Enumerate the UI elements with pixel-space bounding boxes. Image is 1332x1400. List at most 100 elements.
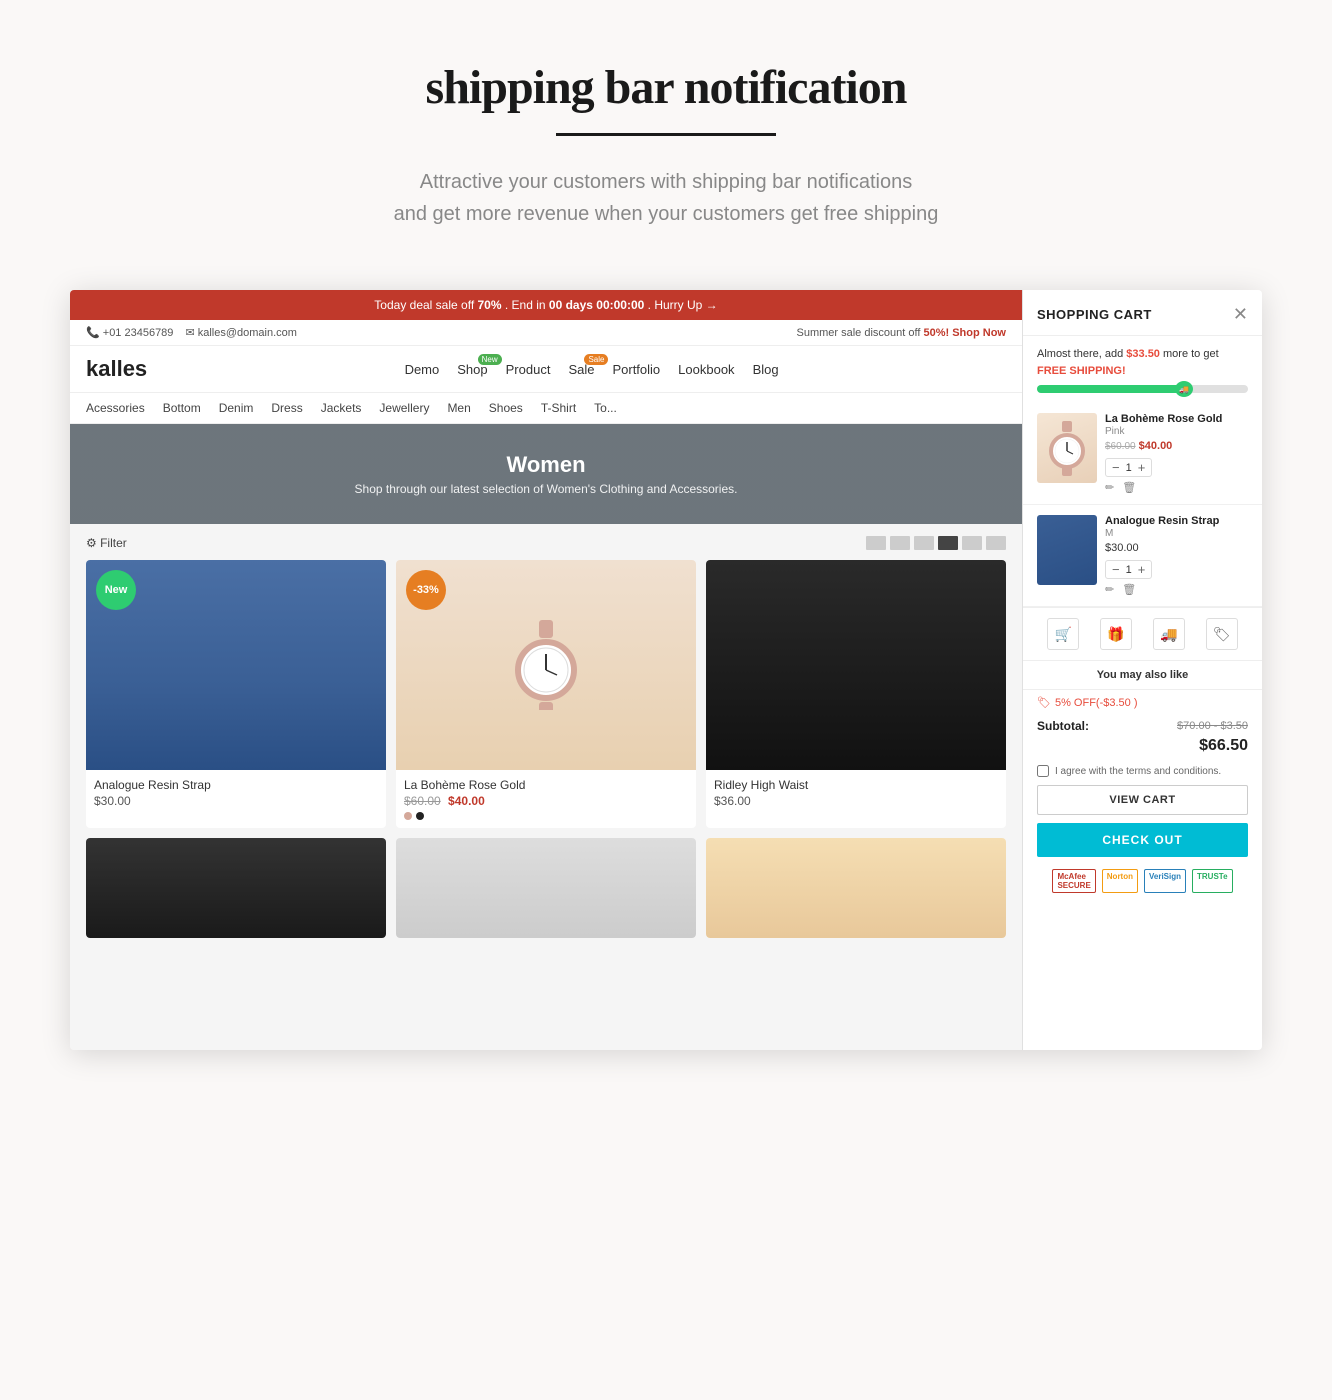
edit-icon-1[interactable]: ✏	[1105, 481, 1114, 494]
cart-item-name-1: La Bohème Rose Gold	[1105, 413, 1248, 425]
cart-action-truck[interactable]: 🚚	[1153, 618, 1185, 650]
qty-val-1: 1	[1126, 462, 1132, 474]
product-price-3: $36.00	[714, 794, 998, 808]
product-info-1: Analogue Resin Strap $30.00	[86, 770, 386, 816]
nav-item-lookbook[interactable]: Lookbook	[678, 362, 734, 377]
delete-icon-2[interactable]: 🗑	[1122, 583, 1136, 596]
cat-men[interactable]: Men	[447, 401, 470, 415]
product-info-2: La Bohème Rose Gold $60.00 $40.00	[396, 770, 696, 828]
nav-item-demo[interactable]: Demo	[405, 362, 440, 377]
product-card-1[interactable]: New Analogue Resin Strap $30.00	[86, 560, 386, 828]
cat-shoes[interactable]: Shoes	[489, 401, 523, 415]
color-dot-black[interactable]	[416, 812, 424, 820]
color-dot-pink[interactable]	[404, 812, 412, 820]
list-view-icon[interactable]	[866, 536, 886, 550]
checkout-button[interactable]: CHECK OUT	[1037, 823, 1248, 857]
nav-item-product[interactable]: Product	[506, 362, 551, 377]
discount-badge: 🏷 5% OFF(-$3.50 )	[1023, 690, 1262, 715]
cat-dress[interactable]: Dress	[271, 401, 302, 415]
store-preview: Today deal sale off 70% . End in 00 days…	[70, 290, 1022, 1050]
store-nav: kalles Demo Shop New Product Sale Sale P…	[70, 346, 1022, 393]
verisign-badge: VeriSign	[1144, 869, 1186, 893]
view-cart-button[interactable]: VIEW CART	[1037, 785, 1248, 815]
cat-denim[interactable]: Denim	[219, 401, 254, 415]
nav-item-portfolio[interactable]: Portfolio	[612, 362, 660, 377]
product-name-1: Analogue Resin Strap	[94, 778, 378, 792]
item-actions-1: ✏ 🗑	[1105, 481, 1248, 494]
products-toolbar: ⚙ Filter	[86, 536, 1006, 550]
shipping-progress-bar: 🚚	[1037, 385, 1248, 393]
subtotal-orig: $70.00 - $3.50	[1177, 720, 1248, 732]
cart-item-2: Analogue Resin Strap M $30.00 − 1 + ✏ 🗑	[1023, 505, 1262, 607]
product-card-3[interactable]: Ridley High Waist $36.00	[706, 560, 1006, 828]
terms-row: I agree with the terms and conditions.	[1023, 761, 1262, 785]
product-name-3: Ridley High Waist	[714, 778, 998, 792]
qty-decrease-1[interactable]: −	[1112, 461, 1120, 474]
also-like-label: You may also like	[1023, 661, 1262, 690]
cart-action-tag[interactable]: 🏷	[1206, 618, 1238, 650]
cat-jewellery[interactable]: Jewellery	[379, 401, 429, 415]
nav-items: Demo Shop New Product Sale Sale Portfoli…	[177, 362, 1006, 377]
product-name-2: La Bohème Rose Gold	[404, 778, 688, 792]
mcafee-badge: McAfeeSECURE	[1052, 869, 1095, 893]
view-icons	[866, 536, 1006, 550]
qty-increase-1[interactable]: +	[1138, 461, 1146, 474]
cat-jackets[interactable]: Jackets	[321, 401, 362, 415]
cart-item-img-1	[1037, 413, 1097, 483]
cart-item-variant-1: Pink	[1105, 426, 1248, 437]
truste-badge: TRUSTe	[1192, 869, 1233, 893]
cat-tshirt[interactable]: T-Shirt	[541, 401, 576, 415]
qty-increase-2[interactable]: +	[1138, 563, 1146, 576]
subtotal-label: Subtotal:	[1037, 719, 1089, 733]
nav-item-blog[interactable]: Blog	[753, 362, 779, 377]
product-img-5	[396, 838, 696, 938]
cart-action-cart[interactable]: 🛒	[1047, 618, 1079, 650]
cart-item-img-2	[1037, 515, 1097, 585]
grid6-view-icon[interactable]	[986, 536, 1006, 550]
qty-control-2: − 1 +	[1105, 560, 1152, 579]
grid3-view-icon[interactable]	[914, 536, 934, 550]
product-card-6[interactable]	[706, 838, 1006, 938]
grid5-view-icon[interactable]	[962, 536, 982, 550]
info-bar-right: Summer sale discount off 50%! Shop Now	[796, 327, 1006, 339]
product-badge-new: New	[96, 570, 136, 610]
grid4-view-icon[interactable]	[938, 536, 958, 550]
cat-more[interactable]: To...	[594, 401, 617, 415]
cart-close-button[interactable]: ✕	[1233, 304, 1248, 325]
cart-action-gift[interactable]: 🎁	[1100, 618, 1132, 650]
info-bar: 📞 +01 23456789 ✉ kalles@domain.com Summe…	[70, 320, 1022, 346]
subtotal-row: Subtotal: $70.00 - $3.50	[1023, 715, 1262, 737]
grid2-view-icon[interactable]	[890, 536, 910, 550]
delete-icon-1[interactable]: 🗑	[1122, 481, 1136, 494]
nav-item-shop[interactable]: Shop New	[457, 362, 487, 377]
terms-checkbox[interactable]	[1037, 765, 1049, 777]
row2-mid-img	[396, 838, 696, 938]
deal-bar: Today deal sale off 70% . End in 00 days…	[70, 290, 1022, 320]
qty-decrease-2[interactable]: −	[1112, 563, 1120, 576]
nav-item-sale[interactable]: Sale Sale	[568, 362, 594, 377]
cart-header: SHOPPING CART ✕	[1023, 290, 1262, 336]
pants-black-img	[706, 560, 1006, 770]
cat-accessories[interactable]: Acessories	[86, 401, 145, 415]
filter-button[interactable]: ⚙ Filter	[86, 536, 127, 550]
product-info-3: Ridley High Waist $36.00	[706, 770, 1006, 816]
edit-icon-2[interactable]: ✏	[1105, 583, 1114, 596]
category-bar: Acessories Bottom Denim Dress Jackets Je…	[70, 393, 1022, 424]
title-underline	[556, 133, 776, 136]
price-new-2: $40.00	[448, 794, 485, 808]
cart-price-cur-1: $40.00	[1139, 440, 1173, 452]
cart-item-info-1: La Bohème Rose Gold Pink $60.00 $40.00 −…	[1105, 413, 1248, 494]
norton-badge: Norton	[1102, 869, 1138, 893]
product-card-2[interactable]: -33% La Bohème Rose Gold $60.00 $40.00	[396, 560, 696, 828]
product-img-6	[706, 838, 1006, 938]
product-img-4	[86, 838, 386, 938]
cart-panel: SHOPPING CART ✕ Almost there, add $33.50…	[1022, 290, 1262, 1050]
product-card-5[interactable]	[396, 838, 696, 938]
product-img-3	[706, 560, 1006, 770]
cart-item-name-2: Analogue Resin Strap	[1105, 515, 1248, 527]
products-grid: New Analogue Resin Strap $30.00	[86, 560, 1006, 828]
row2-left-img	[86, 838, 386, 938]
cat-bottom[interactable]: Bottom	[163, 401, 201, 415]
shipping-amount: $33.50	[1126, 348, 1160, 360]
product-card-4[interactable]	[86, 838, 386, 938]
